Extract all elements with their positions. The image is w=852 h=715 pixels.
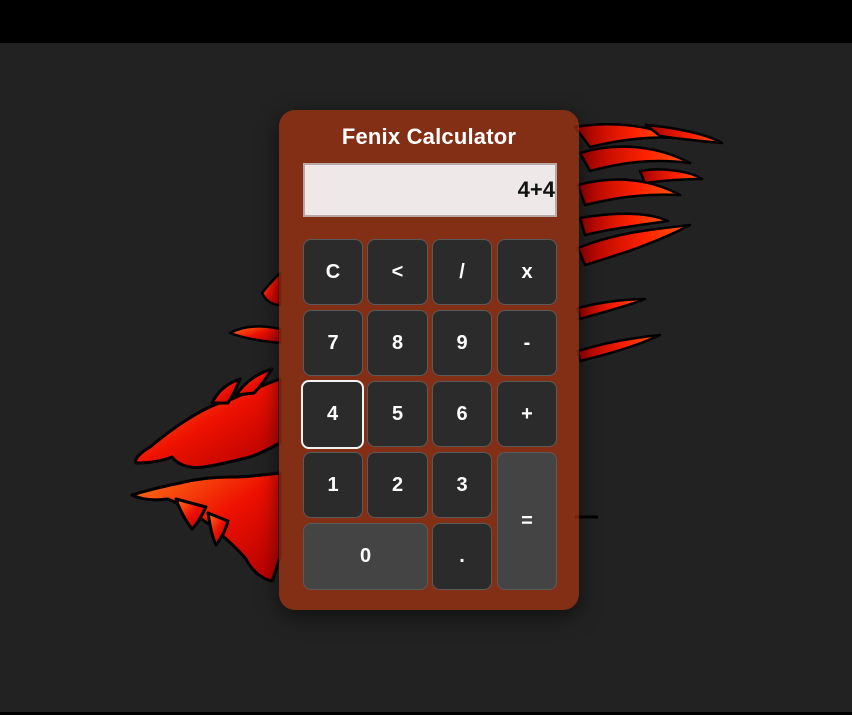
seven-button[interactable]: 7 — [303, 310, 363, 376]
calculator-panel: Fenix Calculator 4+4 C < / x 7 8 9 - 4 5… — [279, 110, 579, 610]
two-button[interactable]: 2 — [367, 452, 428, 518]
one-button[interactable]: 1 — [303, 452, 363, 518]
app-background: Fenix Calculator 4+4 C < / x 7 8 9 - 4 5… — [0, 43, 852, 712]
decimal-button[interactable]: . — [432, 523, 492, 590]
calculator-display[interactable]: 4+4 — [303, 163, 557, 217]
eight-button[interactable]: 8 — [367, 310, 428, 376]
divide-button[interactable]: / — [432, 239, 492, 305]
nine-button[interactable]: 9 — [432, 310, 492, 376]
calculator-title: Fenix Calculator — [341, 124, 517, 149]
zero-button[interactable]: 0 — [303, 523, 428, 590]
backspace-button[interactable]: < — [367, 239, 428, 305]
four-button[interactable]: 4 — [301, 380, 364, 449]
plus-button[interactable]: + — [497, 381, 557, 447]
three-button[interactable]: 3 — [432, 452, 492, 518]
equals-button[interactable]: = — [497, 452, 557, 590]
top-bar — [0, 0, 852, 43]
multiply-button[interactable]: x — [497, 239, 557, 305]
clear-button[interactable]: C — [303, 239, 363, 305]
six-button[interactable]: 6 — [432, 381, 492, 447]
five-button[interactable]: 5 — [367, 381, 428, 447]
minus-button[interactable]: - — [497, 310, 557, 376]
